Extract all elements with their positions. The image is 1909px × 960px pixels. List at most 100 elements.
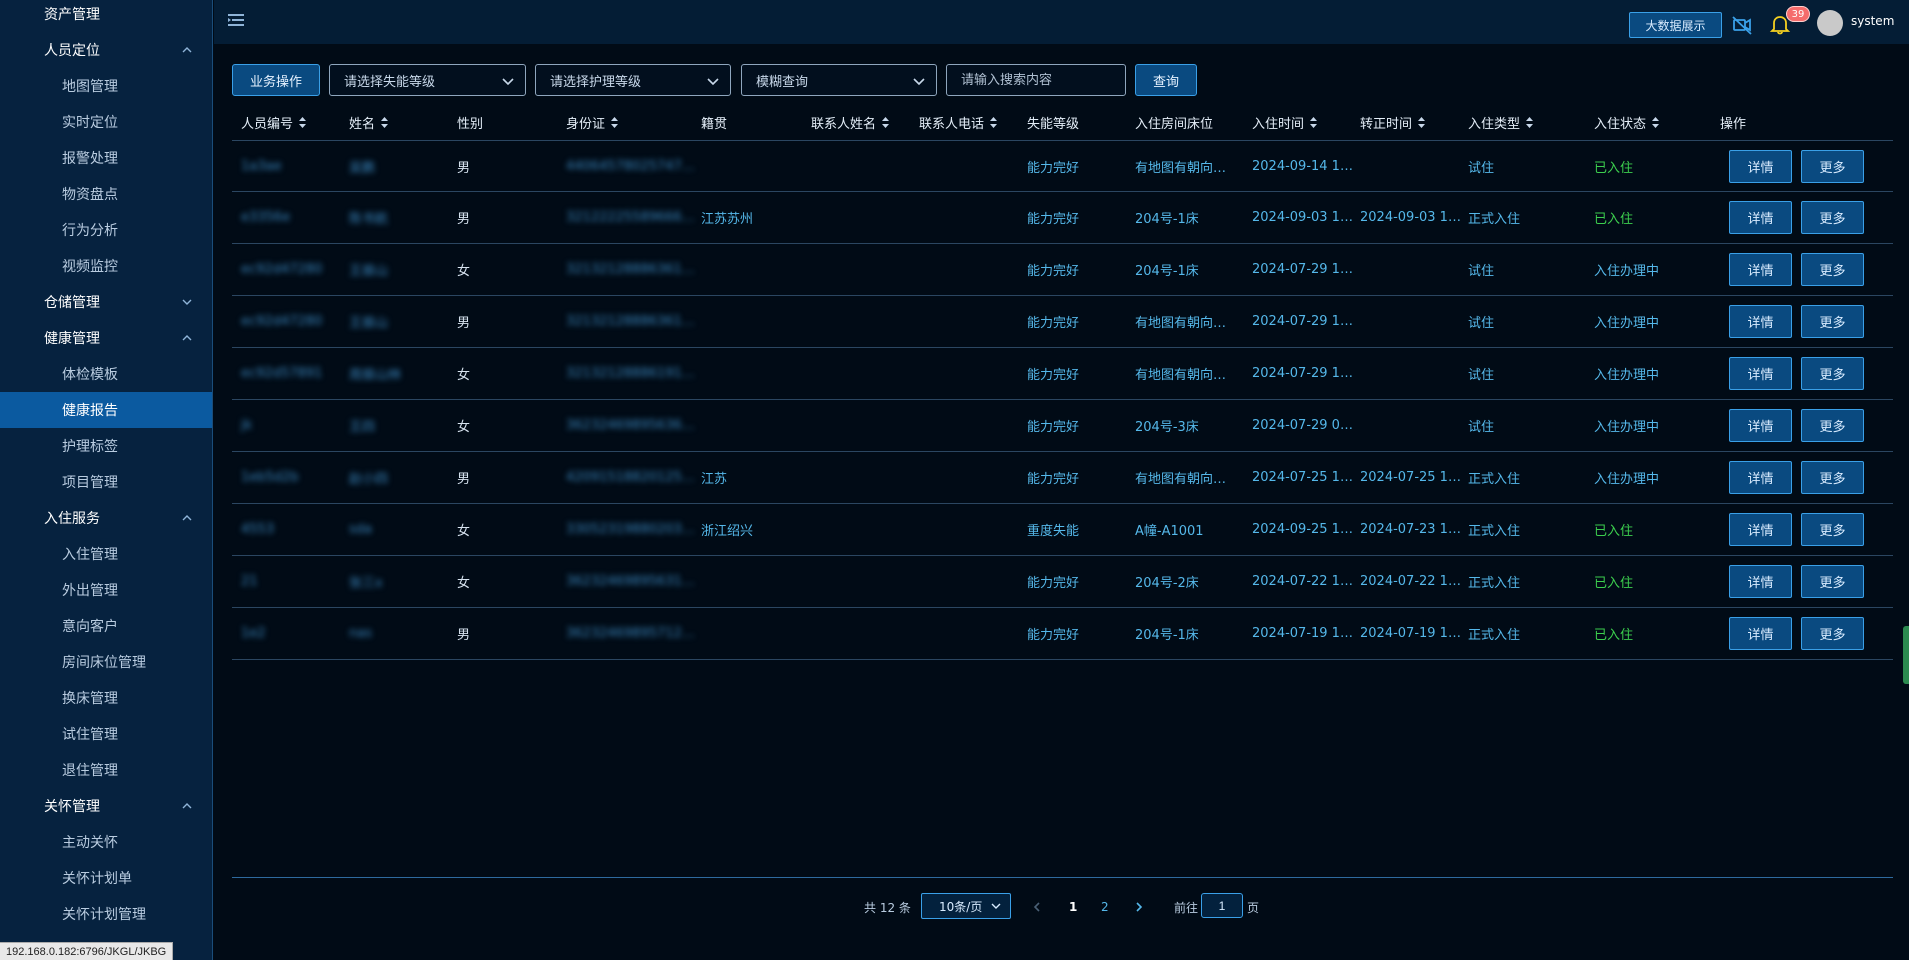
sort-icon[interactable] — [989, 116, 998, 129]
col-checkin-status-cell: 入住办理中 — [1594, 316, 1660, 331]
sidebar-group-8[interactable]: 仓储管理 — [0, 284, 212, 320]
sort-icon[interactable] — [1651, 116, 1660, 129]
col-name-header[interactable]: 姓名 — [349, 104, 389, 140]
col-gender-cell: 女 — [457, 264, 471, 279]
sort-icon[interactable] — [610, 116, 619, 129]
sort-icon[interactable] — [298, 116, 307, 129]
detail-button[interactable]: 详情 — [1729, 513, 1792, 546]
more-button[interactable]: 更多 — [1801, 201, 1864, 234]
mute-camera-icon[interactable] — [1731, 14, 1753, 36]
big-data-display-button[interactable]: 大数据展示 — [1629, 12, 1722, 38]
scrollbar-handle[interactable] — [1903, 626, 1909, 684]
more-button[interactable]: 更多 — [1801, 565, 1864, 598]
col-contact-phone-header[interactable]: 联系人电话 — [919, 104, 998, 140]
sidebar-item-16[interactable]: 外出管理 — [0, 572, 212, 608]
more-button[interactable]: 更多 — [1801, 617, 1864, 650]
fuzzy-query-select[interactable]: 模糊查询 — [741, 64, 937, 96]
col-checkin-time-header[interactable]: 入住时间 — [1252, 104, 1318, 140]
detail-button[interactable]: 详情 — [1729, 409, 1792, 442]
search-input[interactable] — [946, 64, 1126, 96]
sidebar-item-21[interactable]: 退住管理 — [0, 752, 212, 788]
detail-button[interactable]: 详情 — [1729, 565, 1792, 598]
more-button[interactable]: 更多 — [1801, 150, 1864, 183]
sidebar-item-6[interactable]: 行为分析 — [0, 212, 212, 248]
sidebar-item-5[interactable]: 物资盘点 — [0, 176, 212, 212]
sidebar-item-label: 房间床位管理 — [62, 655, 146, 671]
prev-page-icon[interactable] — [1031, 895, 1043, 919]
sidebar-item-24[interactable]: 关怀计划单 — [0, 860, 212, 896]
sidebar-item-10[interactable]: 体检模板 — [0, 356, 212, 392]
query-button[interactable]: 查询 — [1135, 64, 1197, 96]
sidebar-item-17[interactable]: 意向客户 — [0, 608, 212, 644]
more-button[interactable]: 更多 — [1801, 513, 1864, 546]
sidebar-item-12[interactable]: 护理标签 — [0, 428, 212, 464]
sidebar-item-11[interactable]: 健康报告 — [0, 392, 212, 428]
sidebar-item-label: 换床管理 — [62, 691, 118, 707]
next-page-icon[interactable] — [1133, 895, 1145, 919]
sidebar-group-22[interactable]: 关怀管理 — [0, 788, 212, 824]
more-button[interactable]: 更多 — [1801, 357, 1864, 390]
sort-icon[interactable] — [1417, 116, 1426, 129]
sidebar-item-label: 项目管理 — [62, 475, 118, 491]
page-size-select[interactable]: 10条/页 — [921, 893, 1011, 919]
sidebar-group-1[interactable]: 人员定位 — [0, 32, 212, 68]
menu-toggle-icon[interactable] — [228, 13, 246, 29]
sidebar-item-23[interactable]: 主动关怀 — [0, 824, 212, 860]
sidebar-item-2[interactable]: 地图管理 — [0, 68, 212, 104]
sidebar-item-3[interactable]: 实时定位 — [0, 104, 212, 140]
col-room-bed-cell: 有地图有朝向… — [1135, 161, 1227, 176]
detail-button[interactable]: 详情 — [1729, 357, 1792, 390]
disability-level-select[interactable]: 请选择失能等级 — [329, 64, 526, 96]
col-id-card-header[interactable]: 身份证 — [566, 104, 619, 140]
col-regular-time-header[interactable]: 转正时间 — [1360, 104, 1426, 140]
user-avatar[interactable] — [1817, 10, 1843, 36]
username-label[interactable]: system — [1851, 14, 1894, 28]
sidebar-item-label: 视频监控 — [62, 259, 118, 275]
col-checkin-time-cell: 2024-07-29 0… — [1252, 418, 1353, 433]
detail-button[interactable]: 详情 — [1729, 461, 1792, 494]
more-button[interactable]: 更多 — [1801, 305, 1864, 338]
detail-button[interactable]: 详情 — [1729, 617, 1792, 650]
col-checkin-time-cell: 2024-07-22 1… — [1252, 574, 1353, 589]
detail-button[interactable]: 详情 — [1729, 150, 1792, 183]
sidebar-item-4[interactable]: 报警处理 — [0, 140, 212, 176]
more-button[interactable]: 更多 — [1801, 461, 1864, 494]
sidebar-item-7[interactable]: 视频监控 — [0, 248, 212, 284]
col-contact-name-header[interactable]: 联系人姓名 — [811, 104, 890, 140]
col-disability-level-cell: 能力完好 — [1027, 316, 1080, 331]
col-checkin-status-cell: 入住办理中 — [1594, 264, 1660, 279]
col-checkin-status-header[interactable]: 入住状态 — [1594, 104, 1660, 140]
page-number-1[interactable]: 1 — [1069, 895, 1077, 919]
sidebar-group-14[interactable]: 入住服务 — [0, 500, 212, 536]
detail-button[interactable]: 详情 — [1729, 305, 1792, 338]
business-operation-button[interactable]: 业务操作 — [232, 64, 320, 96]
col-name-cell: 赵小四 — [349, 472, 389, 487]
column-header-label: 操作 — [1720, 116, 1747, 132]
detail-button[interactable]: 详情 — [1729, 201, 1792, 234]
page-number-2[interactable]: 2 — [1101, 895, 1109, 919]
sidebar-item-19[interactable]: 换床管理 — [0, 680, 212, 716]
sidebar-item-15[interactable]: 入住管理 — [0, 536, 212, 572]
col-person-id-header[interactable]: 人员编号 — [241, 104, 307, 140]
detail-button[interactable]: 详情 — [1729, 253, 1792, 286]
sidebar-item-label: 护理标签 — [62, 439, 118, 455]
sort-icon[interactable] — [1525, 116, 1534, 129]
sidebar-group-0[interactable]: 资产管理 — [0, 0, 212, 32]
more-button[interactable]: 更多 — [1801, 253, 1864, 286]
sidebar-group-9[interactable]: 健康管理 — [0, 320, 212, 356]
more-button[interactable]: 更多 — [1801, 409, 1864, 442]
col-checkin-type-header[interactable]: 入住类型 — [1468, 104, 1534, 140]
col-id-card-cell: 44064578025747… — [566, 159, 695, 174]
sort-icon[interactable] — [1309, 116, 1318, 129]
sort-icon[interactable] — [881, 116, 890, 129]
sidebar-item-20[interactable]: 试住管理 — [0, 716, 212, 752]
nursing-level-select[interactable]: 请选择护理等级 — [535, 64, 731, 96]
sidebar-item-25[interactable]: 关怀计划管理 — [0, 896, 212, 932]
col-regular-time-cell: 2024-07-19 1… — [1360, 626, 1461, 641]
sidebar-item-label: 退住管理 — [62, 763, 118, 779]
col-person-id-cell: 1e2 — [241, 626, 266, 641]
goto-page-input[interactable] — [1201, 893, 1243, 918]
sidebar-item-18[interactable]: 房间床位管理 — [0, 644, 212, 680]
sort-icon[interactable] — [380, 116, 389, 129]
sidebar-item-13[interactable]: 项目管理 — [0, 464, 212, 500]
